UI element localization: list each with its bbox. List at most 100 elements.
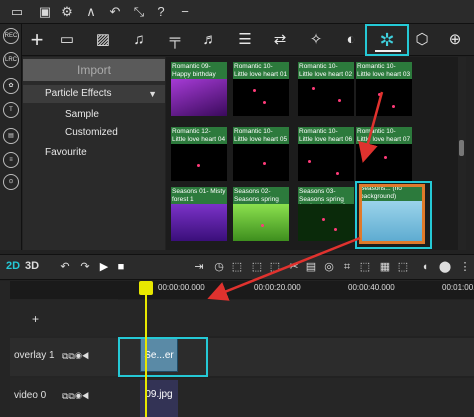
ruler-label: 00:00:40.000 <box>348 283 395 292</box>
mode-3d-button[interactable]: 3D <box>25 260 39 272</box>
effect-tile-thumbnail <box>298 204 354 241</box>
mode-2d-button[interactable]: 2D <box>6 260 20 272</box>
category-tree: Import Particle Effects ▼ Sample Customi… <box>23 57 165 250</box>
effect-tile-title: Romantic 10- Little love heart 07 <box>356 127 412 144</box>
effect-tile-title: Seasons 02- Seasons spring <box>233 187 289 204</box>
play-icon[interactable]: ▶ <box>97 260 111 274</box>
playhead-handle[interactable] <box>139 281 153 295</box>
stop-icon[interactable]: ■ <box>114 260 128 274</box>
filmstrip-icon[interactable]: ▭ <box>56 30 78 50</box>
chevron-down-icon[interactable]: ▼ <box>148 85 157 103</box>
image-icon[interactable]: ▨ <box>92 30 114 50</box>
more-categories-icon[interactable]: ⊕ <box>444 30 466 50</box>
effect-tile[interactable]: Romantic 12- Little love heart 04 <box>171 127 227 181</box>
ruler-label: 00:00:20.000 <box>254 283 301 292</box>
particle-dot <box>336 172 339 175</box>
score-icon[interactable]: ♬ <box>199 30 221 50</box>
overlay-clip-highlight <box>118 337 208 377</box>
particle-dot <box>384 156 387 159</box>
split-icon[interactable]: ⇥ <box>192 260 206 274</box>
settings-icon[interactable]: ⚙ <box>58 3 76 21</box>
track-controls[interactable]: ⧉⧉◉◀ <box>62 391 89 402</box>
lrc-icon[interactable]: LRC <box>3 52 19 68</box>
save-icon[interactable]: ▣ <box>36 3 54 21</box>
tree-item-customized[interactable]: Customized <box>65 127 118 138</box>
minimize-icon[interactable]: − <box>176 3 194 21</box>
effect-tile-thumbnail <box>298 79 354 116</box>
category-bar: + ▭ ▨ ♫ ╤ ♬ ☰ ⇄ ✧ ◐ ✲ ⬡ ⊕ <box>22 24 474 56</box>
cube-icon[interactable]: ⬡ <box>411 30 433 50</box>
effect-tile-thumbnail <box>298 144 354 181</box>
help-icon[interactable]: ? <box>152 3 170 21</box>
effect-tile-title: Romantic 10- Little love heart 06 <box>298 127 354 144</box>
settings-icon[interactable]: ⋮ <box>458 260 472 274</box>
rec-icon[interactable]: REC <box>3 28 19 44</box>
list-icon[interactable]: ≡ <box>3 152 19 168</box>
effect-tile[interactable]: Romantic 10- Little love heart 07 <box>356 127 412 181</box>
crop-icon[interactable]: ⬚ <box>230 260 244 274</box>
effect-tile[interactable]: Romantic 10- Little love heart 06 <box>298 127 354 181</box>
undo-icon[interactable]: ↶ <box>106 3 124 21</box>
particle-dot <box>263 162 266 165</box>
brush-icon[interactable]: ∧ <box>82 3 100 21</box>
playhead-line[interactable] <box>145 282 147 417</box>
effect-tile-thumbnail <box>356 79 412 116</box>
more-icon[interactable]: ⊙ <box>3 174 19 190</box>
transition-icon[interactable]: ⇄ <box>269 30 291 50</box>
slider-icon[interactable]: ▤ <box>304 260 318 274</box>
add-icon[interactable]: + <box>26 29 48 51</box>
tree-item-particle-effects[interactable]: Particle Effects ▼ <box>23 85 165 103</box>
zoom-icon[interactable]: ◎ <box>322 260 336 274</box>
equalizer-icon[interactable]: ╤ <box>164 30 186 50</box>
grid-icon[interactable]: ⬚ <box>268 260 282 274</box>
contrast-icon[interactable]: ◐ <box>340 30 362 50</box>
time-ruler[interactable]: 00:00:00.000 00:00:20.000 00:00:40.000 0… <box>10 281 474 299</box>
trim-icon[interactable]: ⌗ <box>340 260 354 274</box>
track-controls[interactable]: ⧉⧉◉◀ <box>62 351 89 362</box>
particle-icon[interactable]: ✲ <box>376 30 398 50</box>
effect-tile[interactable]: Romantic 10- Little love heart 05 <box>233 127 289 181</box>
track-name: overlay 1 <box>14 350 55 361</box>
import-button[interactable]: Import <box>23 59 165 81</box>
effect-tile[interactable]: Romantic 09- Happy birthday purple <box>171 62 227 116</box>
timeline-toolbar: 2D 3D ↶ ↷ ▶ ■ ⇥ ◷ ⬚ ⬚ ⬚ ✂ ▤ ◎ ⌗ ⬚ ▦ ⬚ ◖ … <box>0 254 474 280</box>
add-track-button[interactable]: + <box>32 312 39 326</box>
effect-tile-thumbnail <box>171 79 227 116</box>
redo-icon[interactable]: ↷ <box>78 260 92 274</box>
ratio-icon[interactable]: ⬚ <box>250 260 264 274</box>
text-icon[interactable]: T <box>3 102 19 118</box>
particle-dot <box>197 164 200 167</box>
particle-dot <box>308 160 311 163</box>
media-icon[interactable]: ▤ <box>3 128 19 144</box>
resize-icon[interactable]: ⤡ <box>130 3 148 21</box>
effect-tile[interactable]: Seasons 03- Seasons spring (no backgroun… <box>298 187 354 241</box>
effect-tile-title: Romantic 12- Little love heart 04 <box>171 127 227 144</box>
effect-tile[interactable]: Romantic 10- Little love heart 01 <box>233 62 289 116</box>
speed-icon[interactable]: ⬚ <box>358 260 372 274</box>
puzzle-icon[interactable]: ✧ <box>305 30 327 50</box>
scissors-icon[interactable]: ✂ <box>287 260 301 274</box>
music-icon[interactable]: ♫ <box>128 30 150 50</box>
folder-icon[interactable]: ▭ <box>8 3 26 21</box>
effect-tile[interactable]: Romantic 10- Little love heart 02 <box>298 62 354 116</box>
effect-tile[interactable]: Romantic 10- Little love heart 03 <box>356 62 412 116</box>
mosaic-icon[interactable]: ▦ <box>378 260 392 274</box>
tree-item-sample[interactable]: Sample <box>65 109 99 120</box>
left-rail: REC LRC ✿ T ▤ ≡ ⊙ <box>0 24 22 250</box>
voice-icon[interactable]: ⬚ <box>396 260 410 274</box>
effect-tile-title: Romantic 10- Little love heart 03 <box>356 62 412 79</box>
grid-scrollbar-thumb[interactable] <box>459 140 464 156</box>
mic-icon[interactable]: ◖ <box>418 260 432 274</box>
effect-tile[interactable]: Seasons 02- Seasons spring <box>233 187 289 241</box>
record-icon[interactable]: ⬤ <box>438 260 452 274</box>
clock-icon[interactable]: ◷ <box>212 260 226 274</box>
tree-item-favourite[interactable]: Favourite <box>45 147 87 158</box>
effect-tile-title: Seasons 01- Misty forest 1 <box>171 187 227 204</box>
effect-tile-title: Seasons 03- Seasons spring (no backgroun… <box>298 187 354 204</box>
particle-dot <box>334 228 337 231</box>
list-icon[interactable]: ☰ <box>234 30 256 50</box>
track-row-add: + <box>10 300 474 336</box>
effects-icon[interactable]: ✿ <box>3 78 19 94</box>
undo-icon[interactable]: ↶ <box>58 260 72 274</box>
effect-tile[interactable]: Seasons 01- Misty forest 1 <box>171 187 227 241</box>
